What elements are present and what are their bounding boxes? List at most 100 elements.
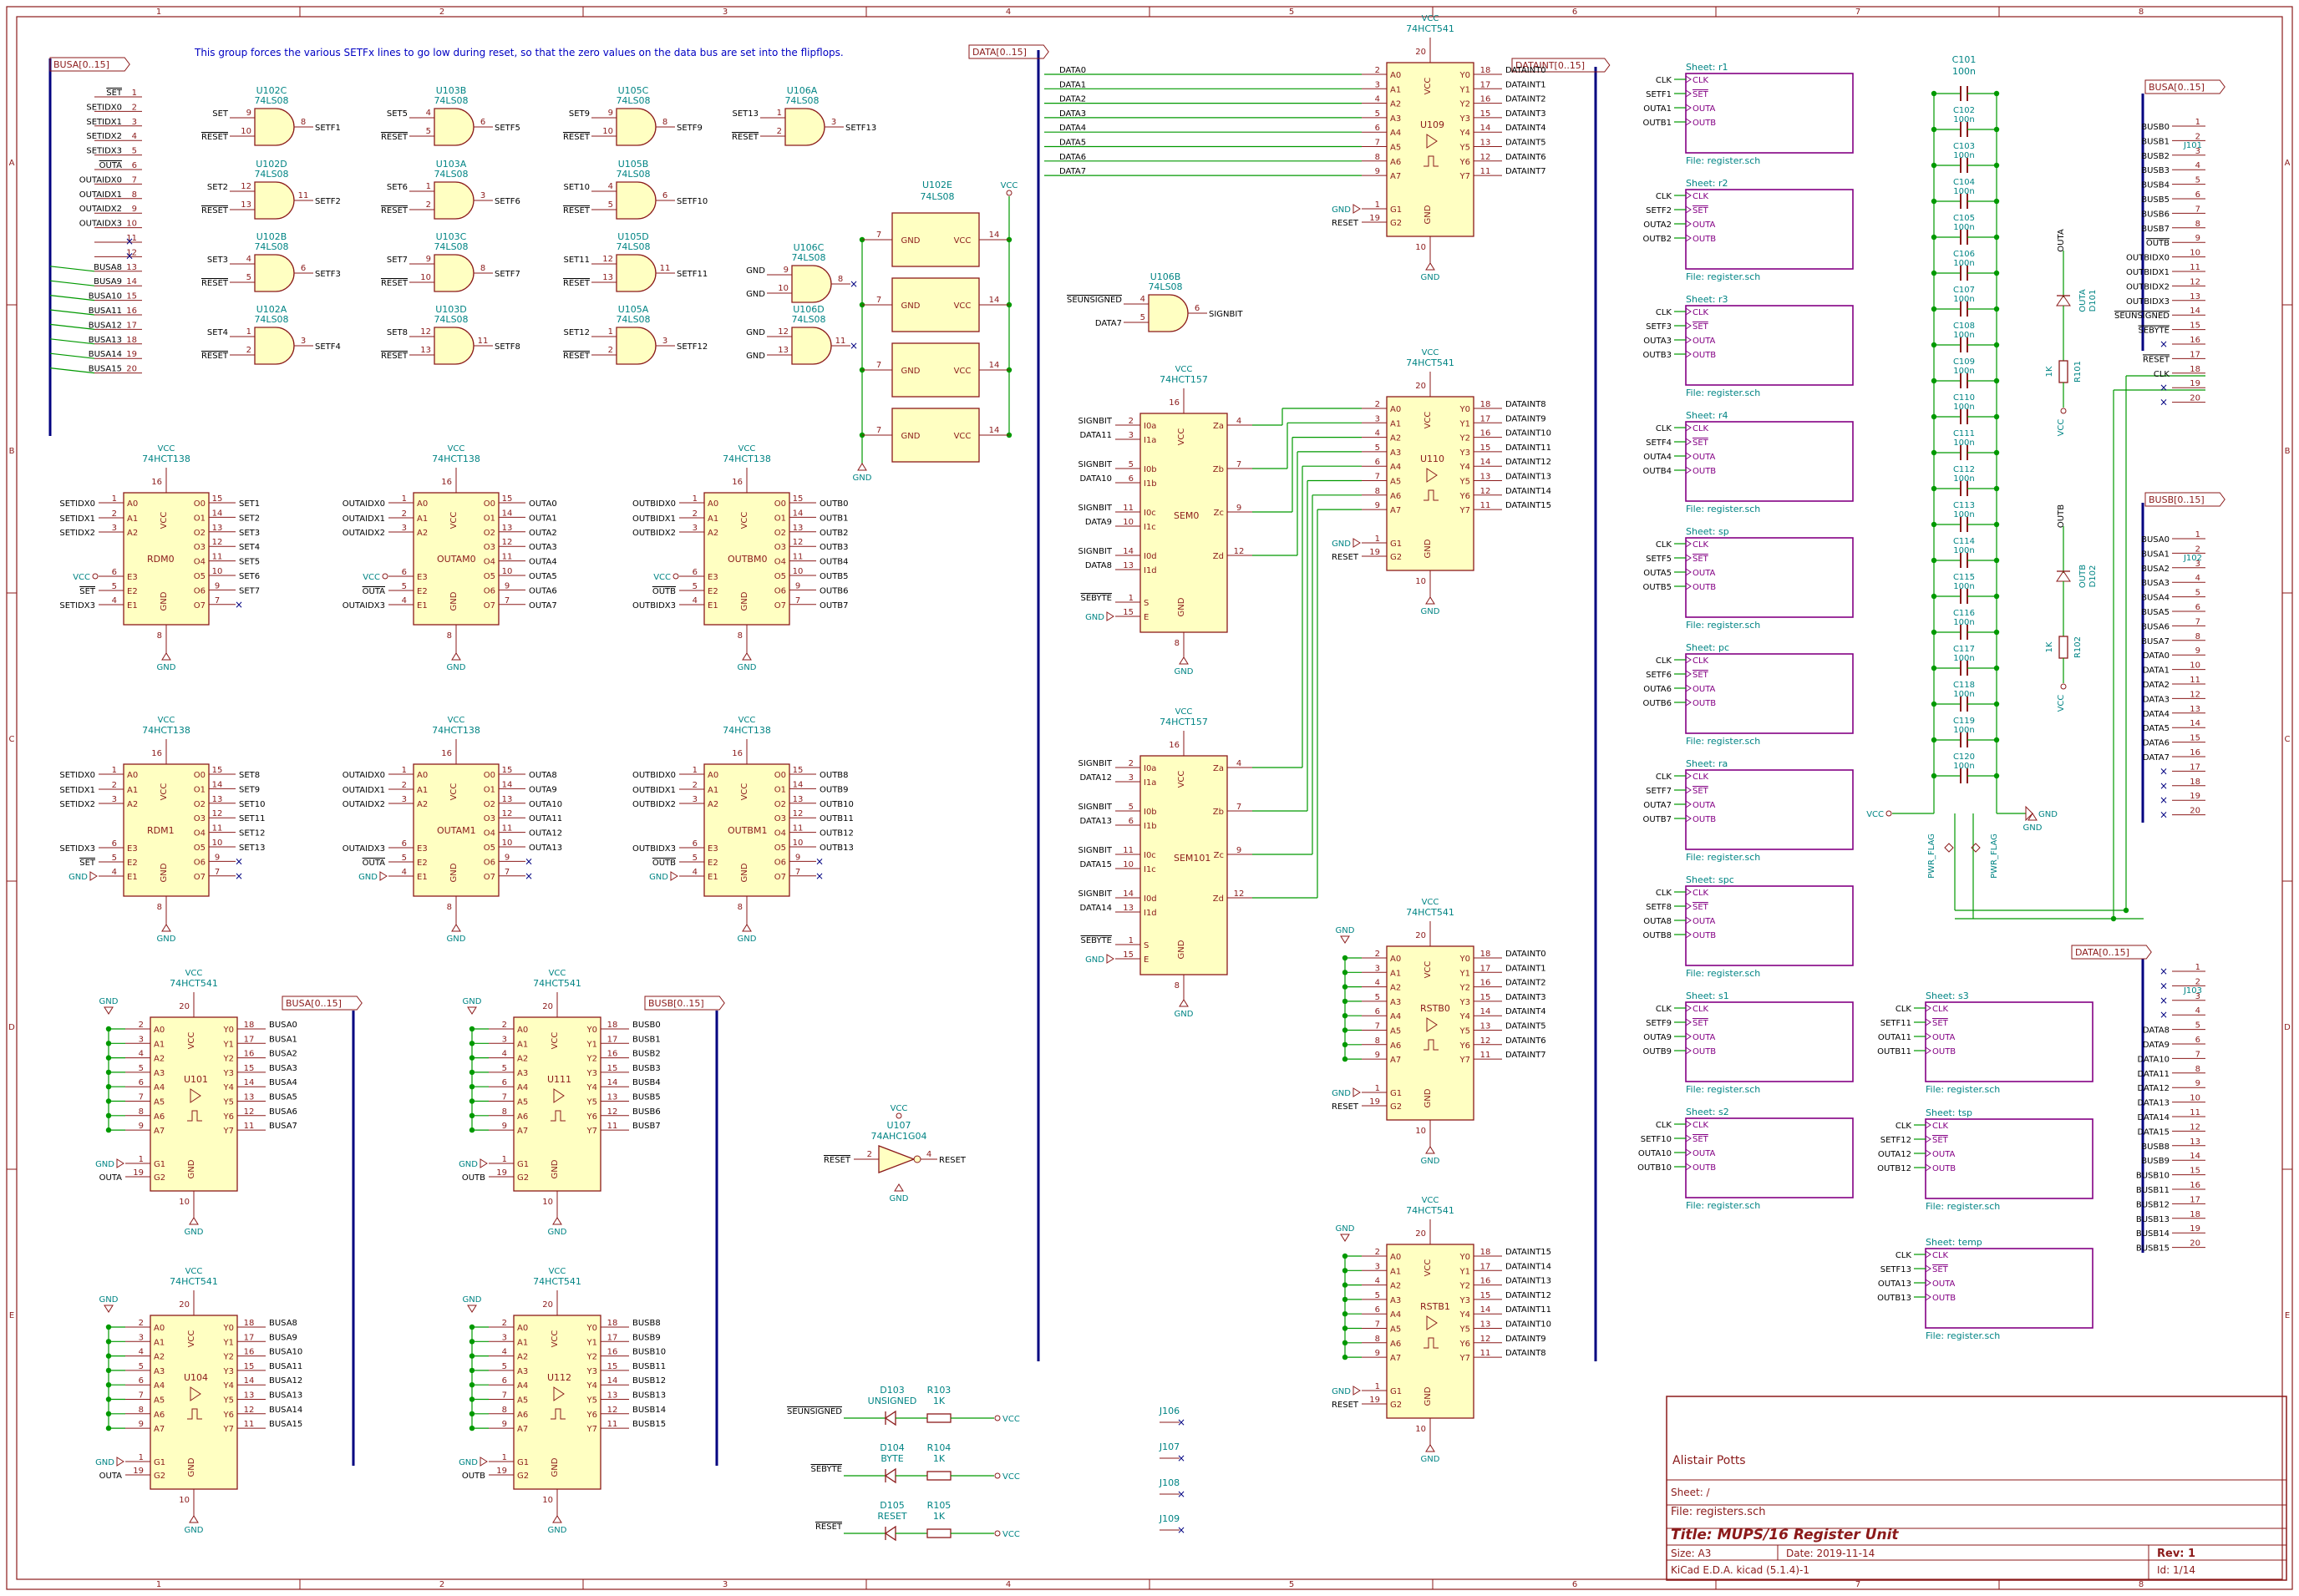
- pin-number: 9: [139, 1420, 144, 1429]
- pin-number: 3: [1375, 1262, 1380, 1271]
- gnd-arrow: [104, 1006, 114, 1015]
- net-label: BUSB6: [632, 1107, 661, 1117]
- sheet-pin: [1685, 1163, 1692, 1171]
- resistor-value: 1K: [933, 1396, 946, 1406]
- net-label: DATA13: [1080, 817, 1113, 826]
- net-label: BUSA7: [269, 1122, 297, 1131]
- net-label: BUSB5: [632, 1093, 661, 1102]
- pin-number: 17: [1480, 80, 1491, 89]
- no-connect-mark: ×: [2159, 382, 2168, 393]
- cap-ref: C103: [1953, 142, 1975, 151]
- connector-pin-number: 2: [2195, 132, 2200, 141]
- junction: [469, 1425, 475, 1431]
- gate-value: 74LS08: [254, 241, 288, 252]
- wires: DATA0DATA1DATA2DATA3DATA4DATA5DATA6DATA7: [48, 50, 2205, 1466]
- pin-name: A6: [1390, 1340, 1401, 1349]
- pin-number: 3: [402, 524, 407, 533]
- junction: [469, 1382, 475, 1388]
- pin-name: GND: [551, 1457, 560, 1477]
- connector-pin-number: 16: [2190, 748, 2200, 757]
- pin-number: 13: [1480, 473, 1491, 482]
- net-label: OUTA8: [1643, 917, 1672, 926]
- junction: [1342, 1311, 1348, 1317]
- connector-pin-number: 9: [2195, 1079, 2200, 1088]
- net-label: SET13: [239, 844, 266, 853]
- pin-number: 20: [1415, 1229, 1426, 1239]
- gate-pin-number: 3: [480, 191, 485, 200]
- pin-name: A7: [517, 1425, 528, 1434]
- net-label: OUTAIDX2: [343, 529, 385, 538]
- cap-ref: C102: [1953, 106, 1975, 115]
- vcc-symbol: VCC: [73, 573, 99, 582]
- gnd-label: GND: [548, 1228, 567, 1237]
- junction: [1342, 1056, 1348, 1062]
- no-connect-mark: ×: [2159, 995, 2168, 1006]
- pin-name: Zd: [1213, 552, 1224, 561]
- gate-input-label: SET6: [387, 183, 408, 192]
- no-connect-mark: ×: [235, 855, 243, 867]
- gnd-label: GND: [1085, 613, 1104, 622]
- connector-pin-number: 13: [126, 263, 137, 272]
- net-label: BUSA15: [269, 1420, 302, 1429]
- junction: [105, 1324, 112, 1330]
- sheet-pin-label: CLK: [1693, 424, 1709, 433]
- gate-input-label: RESET: [381, 352, 409, 361]
- pin-name: Y7: [1459, 1056, 1470, 1065]
- gate-body: [254, 254, 295, 292]
- chip-vcc-label: VCC: [738, 716, 756, 725]
- pin-number: 19: [1369, 548, 1380, 557]
- net-label: OUTB5: [1642, 583, 1672, 592]
- net-label: SETF9: [1646, 1019, 1672, 1028]
- sheet-file: File: register.sch: [1686, 155, 1760, 166]
- gate-pin-number: 6: [662, 191, 667, 200]
- junction: [1342, 998, 1348, 1005]
- pin-name: O3: [774, 814, 786, 823]
- gate-pin-number: 4: [426, 109, 431, 118]
- net-label: OUTB: [462, 1472, 485, 1481]
- pin-number: 9: [502, 1122, 507, 1131]
- connector-pin-number: 15: [2190, 322, 2200, 331]
- net-label: DATAINT1: [1505, 964, 1546, 973]
- sheet-pin: [1685, 1046, 1692, 1055]
- net-label: OUTB9: [1642, 1047, 1672, 1056]
- gnd-arrow: [467, 1305, 477, 1313]
- flag-diamond: [1944, 843, 1954, 853]
- connector-pin-number: 7: [132, 175, 137, 185]
- pin-name: G1: [1390, 205, 1402, 215]
- gate-value: 74LS08: [784, 95, 819, 106]
- pin-name: GND: [160, 591, 169, 611]
- pin-name: A0: [154, 1324, 165, 1333]
- gnd-label: GND: [1332, 1387, 1351, 1396]
- no-connect-mark: ×: [235, 870, 243, 882]
- column-label: 8: [2139, 8, 2144, 17]
- pin-name: O1: [194, 785, 206, 794]
- sheet-pin: [1925, 1293, 1931, 1301]
- chip-vcc-label: VCC: [1422, 898, 1439, 907]
- vcc-ring: [2060, 408, 2067, 414]
- gate-pin-number: 11: [660, 264, 671, 273]
- no-connect-mark: ×: [1177, 1488, 1185, 1500]
- sheet-name: Sheet: s3: [1926, 991, 1969, 1001]
- title-file: File: registers.sch: [1671, 1506, 1765, 1518]
- pin-name: GND: [1424, 205, 1433, 224]
- pin-number: 16: [151, 749, 162, 758]
- pin-number: 1: [112, 494, 117, 504]
- pin-number: 4: [926, 1150, 931, 1159]
- pin-name: O6: [484, 858, 495, 867]
- and-gate-u105b: U105B74LS08456SET10RESETSETF10: [563, 159, 708, 220]
- vcc-ring: [994, 1472, 1001, 1479]
- net-label: OUTA10: [1638, 1149, 1672, 1158]
- bus-label-text: DATA[0..15]: [972, 47, 1027, 58]
- pin-name: O4: [194, 829, 206, 839]
- pin-name: A2: [708, 529, 718, 538]
- buffer-rstb1: VCC74HCT5412010VCCGNDRSTB1A02A13A24A35A4…: [1332, 1196, 1551, 1445]
- gate-output-label: SETF12: [677, 342, 708, 352]
- pin-number: 14: [607, 1376, 618, 1386]
- pin-name: G1: [1390, 1387, 1402, 1396]
- connector-net-label: DATA12: [2138, 1084, 2170, 1093]
- net-label: BUSA14: [269, 1406, 302, 1415]
- junction: [469, 1367, 475, 1374]
- chip-value: 74HCT138: [432, 453, 480, 464]
- pin-number: 2: [502, 1319, 507, 1328]
- vcc-ring: [92, 573, 99, 580]
